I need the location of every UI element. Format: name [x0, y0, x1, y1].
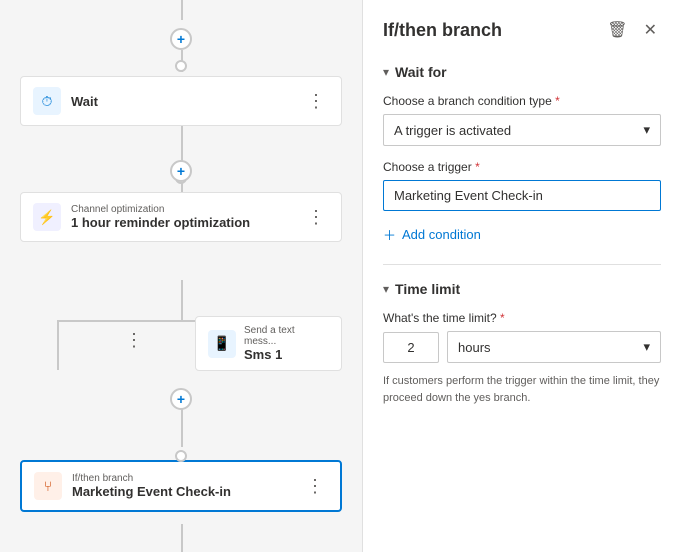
- time-limit-chevron: ▾: [383, 282, 389, 296]
- channel-card-label: Channel optimization: [71, 204, 293, 215]
- sms-card-title: Sms 1: [244, 347, 329, 362]
- wait-for-section-header[interactable]: ▾ Wait for: [383, 64, 661, 80]
- wait-card-more-button[interactable]: ⋮: [303, 90, 329, 112]
- channel-optimization-card[interactable]: ⚡ Channel optimization 1 hour reminder o…: [20, 192, 342, 242]
- connector-line: [181, 524, 183, 552]
- sms-card-label: Send a text mess...: [244, 325, 329, 347]
- wait-card[interactable]: ⏱ Wait ⋮: [20, 76, 342, 126]
- panel-actions: 🗑 ✕: [603, 16, 661, 44]
- branch-card-content: If/then branch Marketing Event Check-in: [72, 473, 292, 499]
- properties-panel: If/then branch 🗑 ✕ ▾ Wait for Choose a b…: [362, 0, 681, 552]
- trigger-label: Choose a trigger *: [383, 160, 661, 174]
- trigger-required-marker: *: [475, 160, 480, 174]
- time-limit-section-header[interactable]: ▾ Time limit: [383, 281, 661, 297]
- connector-dot: [175, 60, 187, 72]
- sms-card-content: Send a text mess... Sms 1: [244, 325, 329, 362]
- wait-for-title: Wait for: [395, 64, 447, 80]
- add-step-button-3[interactable]: +: [170, 388, 192, 410]
- connector-dot: [175, 450, 187, 462]
- wait-card-title: Wait: [71, 94, 293, 109]
- branch-condition-select[interactable]: A trigger is activated ▾: [383, 114, 661, 146]
- add-condition-plus-icon: ＋: [383, 225, 396, 244]
- add-condition-button[interactable]: ＋ Add condition: [383, 225, 661, 244]
- wait-icon: ⏱: [33, 87, 61, 115]
- branch-icon: ⑂: [34, 472, 62, 500]
- channel-card-more-button[interactable]: ⋮: [303, 206, 329, 228]
- channel-card-content: Channel optimization 1 hour reminder opt…: [71, 204, 293, 230]
- branch-condition-value: A trigger is activated: [394, 123, 511, 138]
- add-step-button-2[interactable]: +: [170, 160, 192, 182]
- time-limit-help-text: If customers perform the trigger within …: [383, 373, 661, 406]
- branch-more-button[interactable]: ⋮: [125, 330, 143, 351]
- sms-card[interactable]: 📱 Send a text mess... Sms 1: [195, 316, 342, 371]
- connector-line: [181, 0, 183, 20]
- connector-line: [181, 407, 183, 447]
- branch-card[interactable]: ⑂ If/then branch Marketing Event Check-i…: [20, 460, 342, 512]
- time-unit-select[interactable]: hours ▾: [447, 331, 661, 363]
- workflow-canvas: + + + ⏱ Wait ⋮ ⚡ Channel optimization 1 …: [0, 0, 362, 552]
- branch-condition-label: Choose a branch condition type *: [383, 94, 661, 108]
- connector-line: [181, 125, 183, 165]
- branch-condition-chevron: ▾: [643, 122, 650, 138]
- channel-card-title: 1 hour reminder optimization: [71, 215, 293, 230]
- branch-card-title: Marketing Event Check-in: [72, 484, 292, 499]
- wait-card-content: Wait: [71, 94, 293, 109]
- section-divider: [383, 264, 661, 265]
- close-button[interactable]: ✕: [640, 16, 661, 44]
- branch-vertical-left: [57, 320, 59, 370]
- time-input-row: hours ▾: [383, 331, 661, 363]
- branch-line-left: [57, 320, 182, 322]
- close-icon: ✕: [644, 20, 657, 40]
- time-unit-chevron: ▾: [643, 339, 650, 355]
- panel-header: If/then branch 🗑 ✕: [383, 16, 661, 44]
- trash-icon: 🗑: [607, 20, 627, 40]
- time-limit-title: Time limit: [395, 281, 460, 297]
- add-condition-label: Add condition: [402, 227, 481, 242]
- delete-button[interactable]: 🗑: [603, 16, 631, 44]
- branch-card-more-button[interactable]: ⋮: [302, 475, 328, 497]
- add-step-button-1[interactable]: +: [170, 28, 192, 50]
- sms-icon: 📱: [208, 330, 236, 358]
- time-number-input[interactable]: [383, 332, 439, 363]
- required-marker: *: [555, 94, 560, 108]
- trigger-input[interactable]: [383, 180, 661, 211]
- wait-for-chevron: ▾: [383, 65, 389, 79]
- channel-icon: ⚡: [33, 203, 61, 231]
- time-limit-required-marker: *: [500, 311, 505, 325]
- panel-title: If/then branch: [383, 20, 502, 41]
- branch-card-label: If/then branch: [72, 473, 292, 484]
- time-limit-question-label: What's the time limit? *: [383, 311, 661, 325]
- time-unit-value: hours: [458, 340, 491, 355]
- connector-line: [181, 280, 183, 320]
